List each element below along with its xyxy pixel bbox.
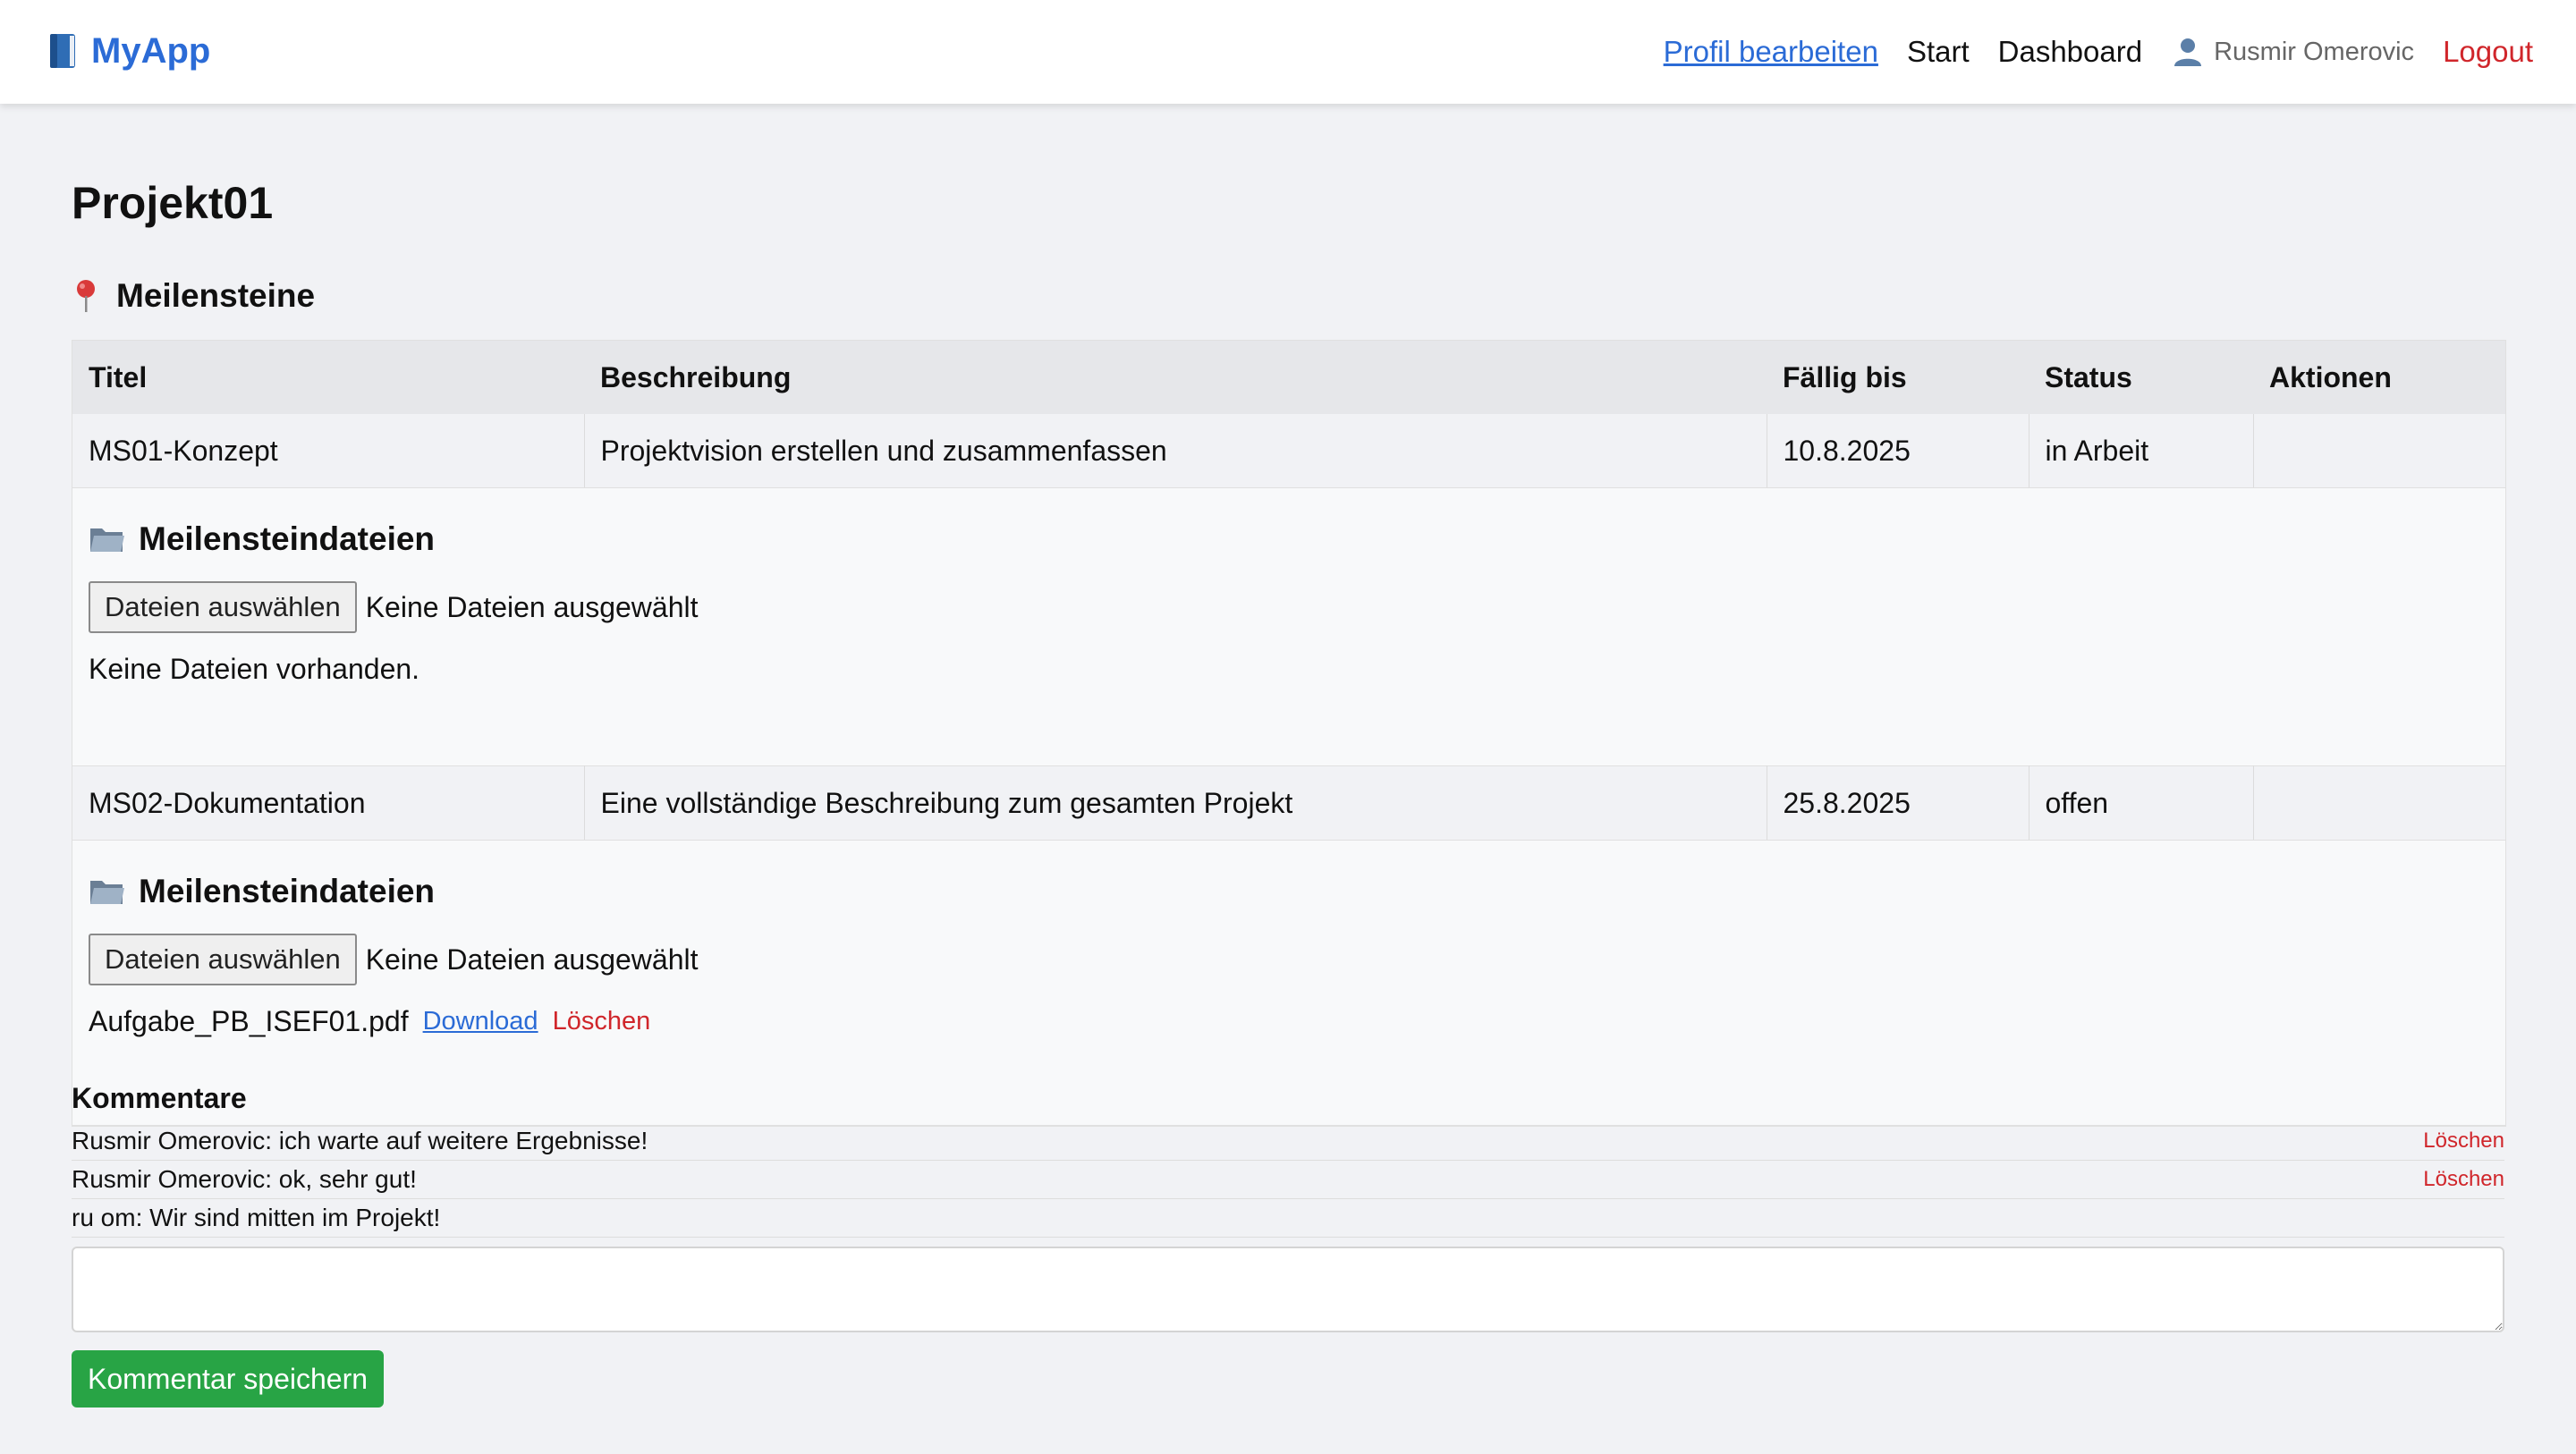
- comment-input[interactable]: [72, 1247, 2504, 1332]
- milestones-heading: Meilensteine: [72, 277, 315, 315]
- milestone-title: MS01-Konzept: [72, 414, 585, 488]
- start-link[interactable]: Start: [1907, 35, 1970, 69]
- user-icon: [2174, 38, 2202, 66]
- milestone-actions: [2253, 765, 2505, 841]
- milestone-files-row: Meilensteindateien Dateien auswählen Kei…: [72, 487, 2505, 766]
- current-user: Rusmir Omerovic: [2173, 37, 2414, 67]
- page-title: Projekt01: [72, 178, 274, 228]
- column-actions: Aktionen: [2253, 341, 2505, 414]
- comments-title: Kommentare: [72, 1082, 247, 1114]
- choose-files-button[interactable]: Dateien auswählen: [89, 934, 357, 985]
- milestone-status: in Arbeit: [2029, 414, 2254, 488]
- file-name: Aufgabe_PB_ISEF01.pdf: [89, 1005, 409, 1037]
- folder-icon: [90, 881, 124, 904]
- delete-comment-link[interactable]: Löschen: [2423, 1167, 2504, 1192]
- column-due: Fällig bis: [1767, 341, 2029, 414]
- delete-comment-link[interactable]: Löschen: [2423, 1129, 2504, 1154]
- profile-edit-link[interactable]: Profil bearbeiten: [1664, 35, 1878, 69]
- file-selection-status: Keine Dateien ausgewählt: [365, 943, 699, 976]
- top-navbar: MyApp Profil bearbeiten Start Dashboard …: [0, 0, 2576, 104]
- files-heading: Meilensteindateien: [89, 873, 2489, 910]
- milestone-description: Eine vollständige Beschreibung zum gesam…: [584, 765, 1767, 841]
- milestones-title: Meilensteine: [116, 277, 316, 314]
- milestone-row: MS01-Konzept Projektvision erstellen und…: [72, 414, 2505, 488]
- comment-item: Rusmir Omerovic: ich warte auf weitere E…: [72, 1122, 2504, 1161]
- column-status: Status: [2029, 341, 2253, 414]
- comment-item: Rusmir Omerovic: ok, sehr gut! Löschen: [72, 1161, 2504, 1199]
- comment-text: ru om: Wir sind mitten im Projekt!: [72, 1204, 441, 1231]
- dashboard-link[interactable]: Dashboard: [1998, 35, 2142, 69]
- comments-section: Kommentare Rusmir Omerovic: ich warte au…: [72, 1082, 2504, 1408]
- column-description: Beschreibung: [584, 341, 1767, 414]
- milestone-title: MS02-Dokumentation: [72, 765, 585, 841]
- file-selection-status: Keine Dateien ausgewählt: [365, 590, 699, 623]
- comment-text: Rusmir Omerovic: ok, sehr gut!: [72, 1165, 417, 1193]
- milestone-description: Projektvision erstellen und zusammenfass…: [584, 414, 1767, 488]
- brand-link[interactable]: MyApp: [47, 29, 210, 73]
- comment-text: Rusmir Omerovic: ich warte auf weitere E…: [72, 1127, 648, 1154]
- nav-links: Profil bearbeiten Start Dashboard Rusmir…: [1664, 27, 2533, 77]
- milestone-due: 10.8.2025: [1767, 414, 2029, 488]
- milestone-files-panel: Meilensteindateien Dateien auswählen Kei…: [72, 487, 2505, 766]
- files-title: Meilensteindateien: [139, 520, 436, 557]
- pushpin-icon: [77, 280, 95, 312]
- user-name: Rusmir Omerovic: [2214, 37, 2415, 66]
- milestone-status: offen: [2029, 765, 2254, 841]
- table-header-row: Titel Beschreibung Fällig bis Status Akt…: [72, 341, 2505, 414]
- choose-files-button[interactable]: Dateien auswählen: [89, 581, 357, 633]
- delete-file-link[interactable]: Löschen: [553, 1007, 651, 1036]
- files-heading: Meilensteindateien: [89, 520, 2489, 558]
- files-title: Meilensteindateien: [139, 873, 436, 909]
- download-link[interactable]: Download: [423, 1007, 538, 1036]
- files-empty-text: Keine Dateien vorhanden.: [89, 653, 420, 685]
- milestone-row: MS02-Dokumentation Eine vollständige Bes…: [72, 765, 2505, 841]
- logout-link[interactable]: Logout: [2443, 35, 2533, 69]
- milestone-actions: [2253, 414, 2505, 488]
- file-item: Aufgabe_PB_ISEF01.pdf Download Löschen: [89, 1005, 2489, 1038]
- comment-item: ru om: Wir sind mitten im Projekt!: [72, 1199, 2504, 1238]
- milestones-table: Titel Beschreibung Fällig bis Status Akt…: [72, 340, 2506, 1127]
- brand-name: MyApp: [91, 30, 211, 71]
- column-title: Titel: [72, 341, 584, 414]
- save-comment-button[interactable]: Kommentar speichern: [72, 1350, 385, 1408]
- book-icon: [50, 34, 75, 68]
- file-picker: Dateien auswählen Keine Dateien ausgewäh…: [89, 934, 2489, 985]
- file-picker: Dateien auswählen Keine Dateien ausgewäh…: [89, 581, 2489, 633]
- folder-icon: [90, 528, 124, 552]
- milestone-due: 25.8.2025: [1767, 765, 2029, 841]
